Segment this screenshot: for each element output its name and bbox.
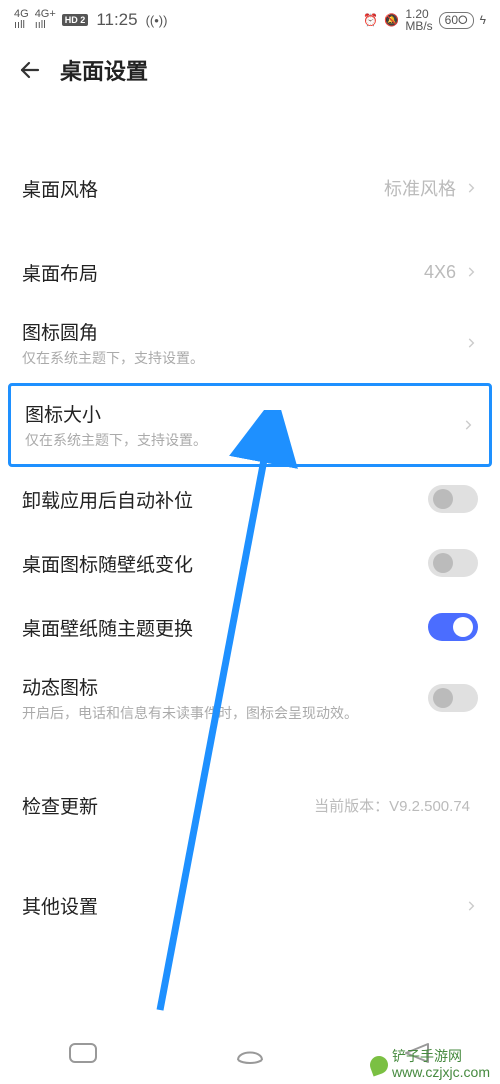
settings-list: 桌面风格 标准风格 桌面布局 4X6 图标圆角 仅在系统主题下，支持设置。 图标… (0, 100, 500, 938)
net-speed: 1.20MB/s (405, 8, 432, 32)
row-title: 检查更新 (22, 792, 314, 819)
row-value: 标准风格 (384, 175, 456, 201)
row-title: 图标圆角 (22, 318, 464, 345)
row-auto-fill: 卸载应用后自动补位 (0, 467, 500, 531)
status-left: 4Gııll 4G+ııll HD 2 11:25 ((•)) (14, 9, 167, 31)
row-title: 桌面布局 (22, 259, 424, 286)
row-subtitle: 开启后，电话和信息有未读事件时，图标会呈现动效。 (22, 704, 428, 724)
back-button[interactable] (12, 52, 48, 88)
watermark-logo-icon (367, 1053, 390, 1076)
row-title: 动态图标 (22, 673, 428, 700)
chevron-right-icon (461, 418, 475, 432)
row-other-settings[interactable]: 其他设置 (0, 874, 500, 938)
watermark-text: 铲子手游网 www.czjxjc.com (392, 1049, 490, 1080)
status-bar: 4Gııll 4G+ııll HD 2 11:25 ((•)) ⏰ 🔕 1.20… (0, 0, 500, 40)
watermark: 铲子手游网 www.czjxjc.com (370, 1049, 490, 1080)
chevron-right-icon (464, 336, 478, 350)
row-title: 其他设置 (22, 892, 464, 919)
row-title: 图标大小 (25, 400, 461, 427)
toggle-icon-wallpaper[interactable] (428, 549, 478, 577)
hotspot-icon: ((•)) (146, 13, 168, 28)
recent-icon (68, 1042, 98, 1064)
chevron-right-icon (464, 265, 478, 279)
row-wallpaper-with-theme: 桌面壁纸随主题更换 (0, 595, 500, 659)
row-dynamic-icon: 动态图标 开启后，电话和信息有未读事件时，图标会呈现动效。 (0, 659, 500, 738)
row-desktop-layout[interactable]: 桌面布局 4X6 (0, 240, 500, 304)
toggle-wallpaper-theme[interactable] (428, 613, 478, 641)
row-icon-with-wallpaper: 桌面图标随壁纸变化 (0, 531, 500, 595)
toggle-dynamic-icon[interactable] (428, 684, 478, 712)
status-right: ⏰ 🔕 1.20MB/s 60⭘ ϟ (363, 8, 486, 32)
arrow-left-icon (18, 58, 42, 82)
signal-1-icon: 4Gııll (14, 9, 29, 31)
row-value: 当前版本：V9.2.500.74 (314, 795, 470, 816)
page-title: 桌面设置 (60, 54, 148, 86)
app-header: 桌面设置 (0, 40, 500, 100)
nav-home-button[interactable] (226, 1034, 274, 1072)
row-value: 4X6 (424, 262, 456, 283)
row-title: 桌面壁纸随主题更换 (22, 614, 428, 641)
row-title: 卸载应用后自动补位 (22, 486, 428, 513)
row-title: 桌面图标随壁纸变化 (22, 550, 428, 577)
signal-2-icon: 4G+ııll (35, 9, 56, 31)
alarm-icon: ⏰ (363, 13, 378, 27)
row-subtitle: 仅在系统主题下，支持设置。 (22, 349, 464, 369)
row-desktop-style[interactable]: 桌面风格 标准风格 (0, 156, 500, 220)
battery-indicator: 60⭘ (439, 12, 474, 29)
row-subtitle: 仅在系统主题下，支持设置。 (25, 431, 461, 451)
row-title: 桌面风格 (22, 175, 384, 202)
home-icon (234, 1042, 266, 1064)
chevron-right-icon (464, 899, 478, 913)
status-time: 11:25 (96, 10, 137, 30)
chevron-right-icon (464, 181, 478, 195)
mute-icon: 🔕 (384, 13, 399, 27)
hd-badge: HD 2 (62, 14, 89, 26)
row-check-update[interactable]: 检查更新 当前版本：V9.2.500.74 (0, 774, 500, 838)
charging-icon: ϟ (480, 13, 486, 27)
nav-recent-button[interactable] (59, 1034, 107, 1072)
row-icon-corner[interactable]: 图标圆角 仅在系统主题下，支持设置。 (0, 304, 500, 383)
row-icon-size[interactable]: 图标大小 仅在系统主题下，支持设置。 (8, 383, 492, 468)
toggle-auto-fill[interactable] (428, 485, 478, 513)
